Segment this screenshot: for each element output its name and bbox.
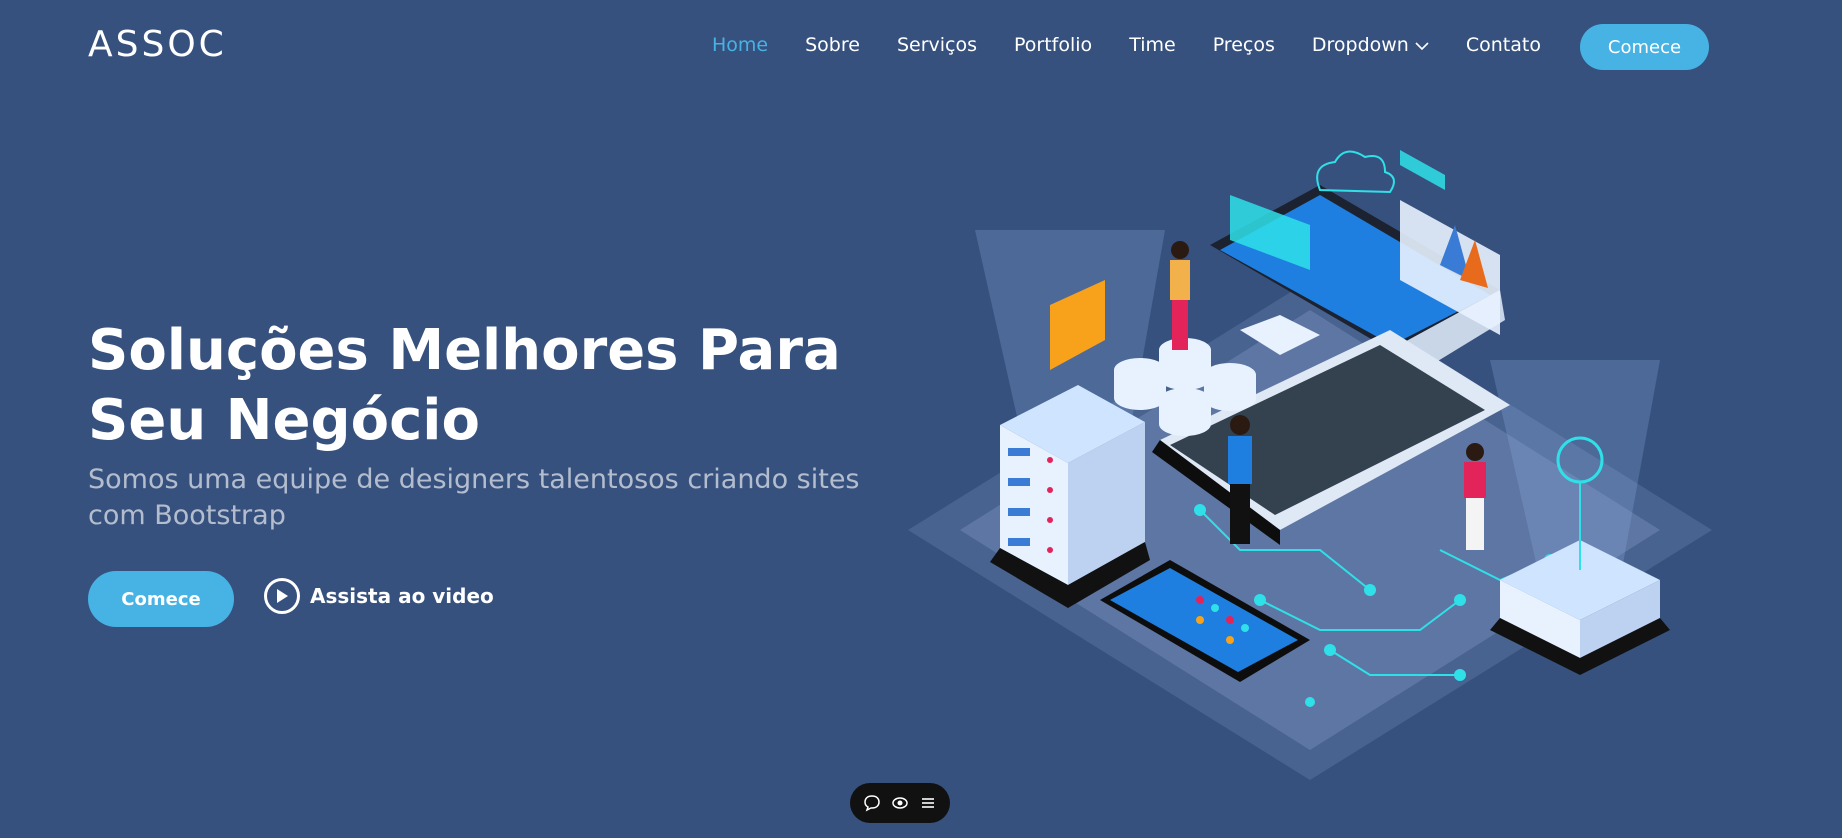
chat-icon[interactable] [863,794,881,812]
nav-item-time[interactable]: Time [1129,34,1176,56]
nav-item-servicos[interactable]: Serviços [897,34,977,56]
nav-item-dropdown[interactable]: Dropdown [1312,34,1429,56]
chevron-down-icon [1415,34,1429,56]
nav-item-precos[interactable]: Preços [1213,34,1275,56]
nav-item-home[interactable]: Home [712,34,768,56]
nav-item-portfolio[interactable]: Portfolio [1014,34,1092,56]
person-standing-top [1170,241,1190,350]
site-header: ASSOC Home Sobre Serviços Portfolio Time… [0,0,1842,96]
eye-icon[interactable] [891,794,909,812]
hero-subtitle: Somos uma equipe de designers talentosos… [88,464,860,531]
logo[interactable]: ASSOC [88,24,227,65]
cloud-outline [1316,150,1395,194]
hero-illustration [908,150,1712,780]
hero-start-button[interactable]: Comece [88,571,234,627]
menu-icon[interactable] [919,794,937,812]
main-nav: Home Sobre Serviços Portfolio Time Preço… [712,34,1578,56]
hero-title: Soluções Melhores Para Seu Negócio [88,318,841,453]
nav-dropdown-label: Dropdown [1311,34,1409,56]
floating-toolbar [850,783,950,823]
nav-item-contato[interactable]: Contato [1466,34,1541,56]
play-icon [264,578,300,614]
watch-video-link[interactable]: Assista ao video [264,578,494,614]
watch-video-label: Assista ao video [310,584,494,608]
header-start-button[interactable]: Comece [1580,24,1709,70]
nav-item-sobre[interactable]: Sobre [805,34,860,56]
